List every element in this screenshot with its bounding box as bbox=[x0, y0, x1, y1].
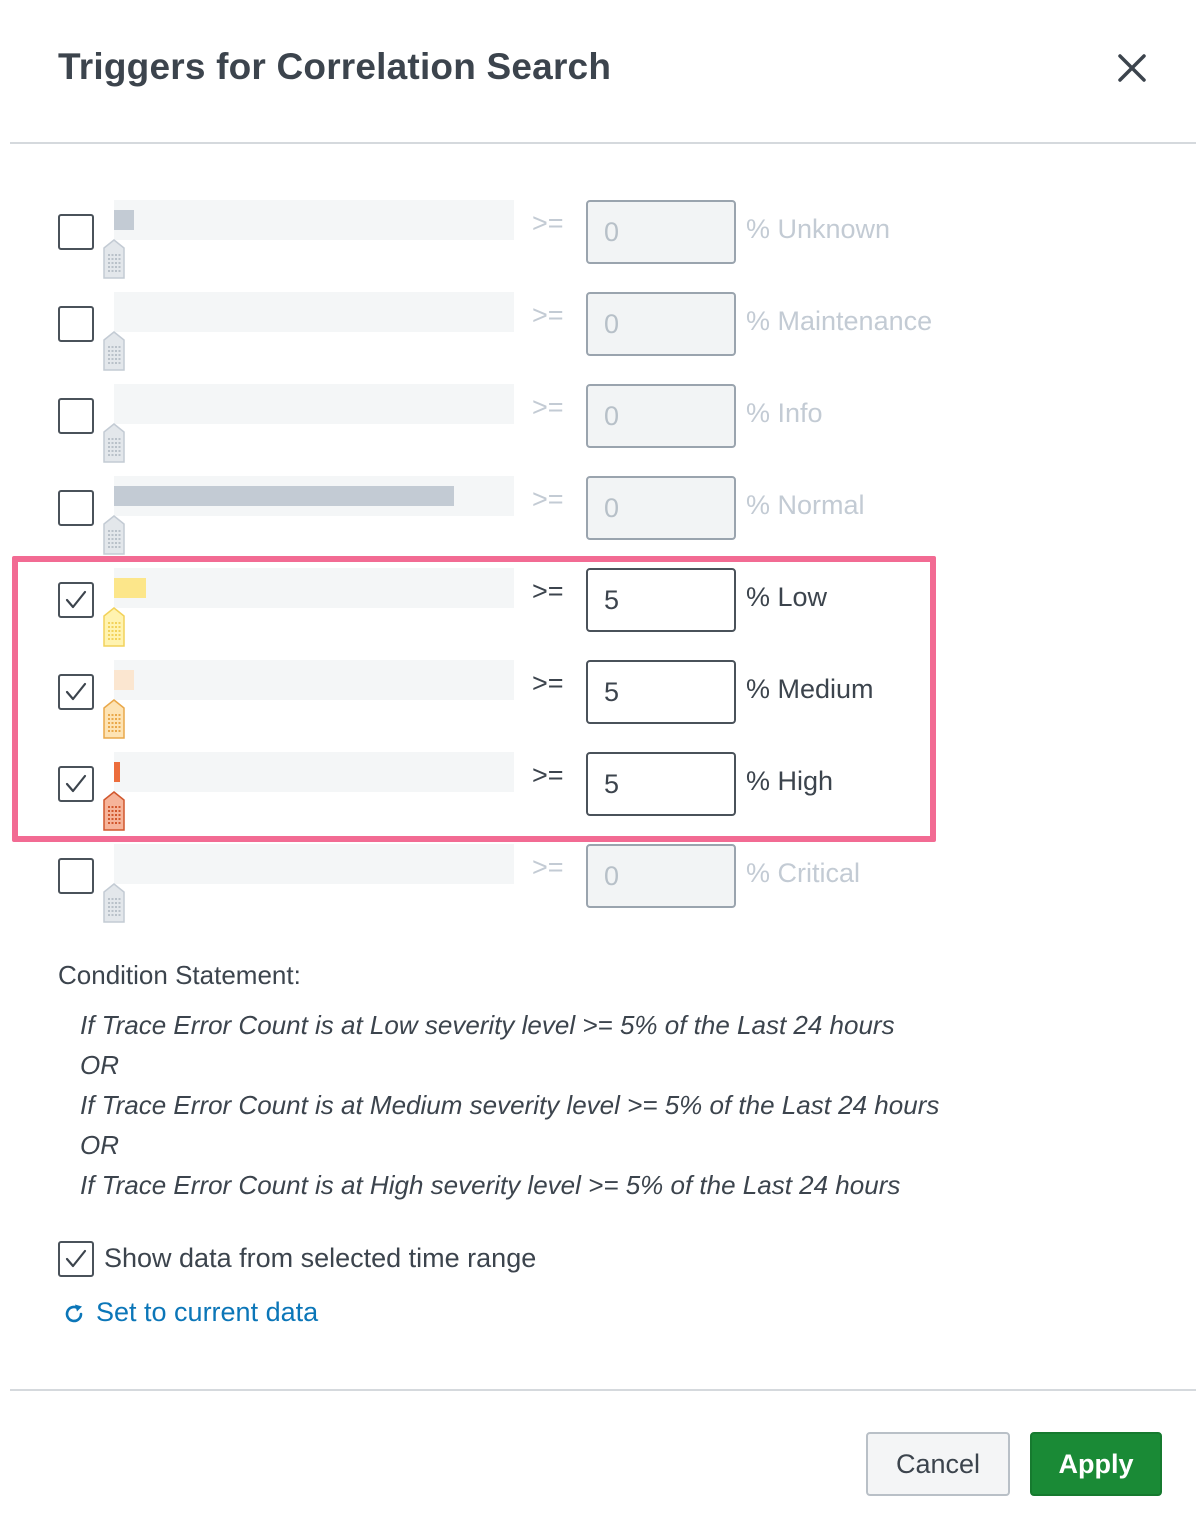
row-checkbox[interactable] bbox=[58, 490, 94, 526]
severity-fill bbox=[114, 762, 120, 782]
threshold-input[interactable] bbox=[586, 660, 736, 724]
severity-track bbox=[114, 476, 514, 516]
severity-label: % Medium bbox=[746, 674, 874, 704]
threshold-row: >= % Normal bbox=[0, 476, 1000, 568]
dialog-title: Triggers for Correlation Search bbox=[58, 46, 612, 87]
threshold-input[interactable] bbox=[586, 844, 736, 908]
close-icon[interactable] bbox=[1112, 48, 1152, 88]
severity-track bbox=[114, 200, 514, 240]
row-checkbox[interactable] bbox=[58, 766, 94, 802]
apply-button[interactable]: Apply bbox=[1030, 1432, 1162, 1496]
severity-label: % High bbox=[746, 766, 834, 796]
operator-label: >= bbox=[532, 392, 564, 422]
row-checkbox[interactable] bbox=[58, 306, 94, 342]
show-data-label: Show data from selected time range bbox=[104, 1243, 537, 1273]
slider-handle-icon[interactable] bbox=[102, 514, 126, 556]
slider-handle-icon[interactable] bbox=[102, 606, 126, 648]
condition-line: OR bbox=[80, 1130, 119, 1160]
header-divider bbox=[10, 142, 1196, 144]
show-data-checkbox[interactable] bbox=[58, 1241, 94, 1277]
severity-track bbox=[114, 384, 514, 424]
operator-label: >= bbox=[532, 300, 564, 330]
threshold-row: >= % Unknown bbox=[0, 200, 1000, 292]
row-checkbox[interactable] bbox=[58, 582, 94, 618]
footer-divider bbox=[10, 1389, 1196, 1391]
threshold-input[interactable] bbox=[586, 200, 736, 264]
slider-handle-icon[interactable] bbox=[102, 422, 126, 464]
threshold-input[interactable] bbox=[586, 476, 736, 540]
operator-label: >= bbox=[532, 760, 564, 790]
threshold-row: >= % Medium bbox=[0, 660, 1000, 752]
row-checkbox[interactable] bbox=[58, 858, 94, 894]
row-checkbox[interactable] bbox=[58, 214, 94, 250]
severity-label: % Unknown bbox=[746, 214, 891, 244]
threshold-row: >= % Low bbox=[0, 568, 1000, 660]
severity-label: % Info bbox=[746, 398, 823, 428]
threshold-row: >= % Maintenance bbox=[0, 292, 1000, 384]
dialog-header: Triggers for Correlation Search bbox=[0, 0, 1196, 143]
condition-line: OR bbox=[80, 1050, 119, 1080]
set-to-current-data-link[interactable]: Set to current data bbox=[96, 1297, 318, 1328]
condition-line: If Trace Error Count is at High severity… bbox=[80, 1170, 901, 1200]
severity-track bbox=[114, 752, 514, 792]
severity-fill bbox=[114, 210, 134, 230]
slider-handle-icon[interactable] bbox=[102, 330, 126, 372]
threshold-input[interactable] bbox=[586, 292, 736, 356]
condition-title: Condition Statement: bbox=[58, 960, 301, 990]
operator-label: >= bbox=[532, 576, 564, 606]
severity-label: % Normal bbox=[746, 490, 865, 520]
condition-line: If Trace Error Count is at Low severity … bbox=[80, 1010, 895, 1040]
severity-fill bbox=[114, 486, 454, 506]
operator-label: >= bbox=[532, 208, 564, 238]
slider-handle-icon[interactable] bbox=[102, 790, 126, 832]
condition-line: If Trace Error Count is at Medium severi… bbox=[80, 1090, 940, 1120]
severity-track bbox=[114, 568, 514, 608]
threshold-input[interactable] bbox=[586, 752, 736, 816]
severity-fill bbox=[114, 670, 134, 690]
refresh-icon[interactable] bbox=[62, 1302, 86, 1326]
cancel-button[interactable]: Cancel bbox=[866, 1432, 1010, 1496]
threshold-row: >= % Critical bbox=[0, 844, 1000, 936]
threshold-row: >= % Info bbox=[0, 384, 1000, 476]
severity-label: % Maintenance bbox=[746, 306, 933, 336]
severity-track bbox=[114, 660, 514, 700]
operator-label: >= bbox=[532, 852, 564, 882]
operator-label: >= bbox=[532, 484, 564, 514]
severity-track bbox=[114, 292, 514, 332]
slider-handle-icon[interactable] bbox=[102, 238, 126, 280]
threshold-input[interactable] bbox=[586, 568, 736, 632]
severity-fill bbox=[114, 578, 146, 598]
severity-track bbox=[114, 844, 514, 884]
threshold-row: >= % High bbox=[0, 752, 1000, 844]
row-checkbox[interactable] bbox=[58, 398, 94, 434]
slider-handle-icon[interactable] bbox=[102, 698, 126, 740]
row-checkbox[interactable] bbox=[58, 674, 94, 710]
threshold-input[interactable] bbox=[586, 384, 736, 448]
severity-label: % Critical bbox=[746, 858, 861, 888]
operator-label: >= bbox=[532, 668, 564, 698]
severity-label: % Low bbox=[746, 582, 828, 612]
slider-handle-icon[interactable] bbox=[102, 882, 126, 924]
